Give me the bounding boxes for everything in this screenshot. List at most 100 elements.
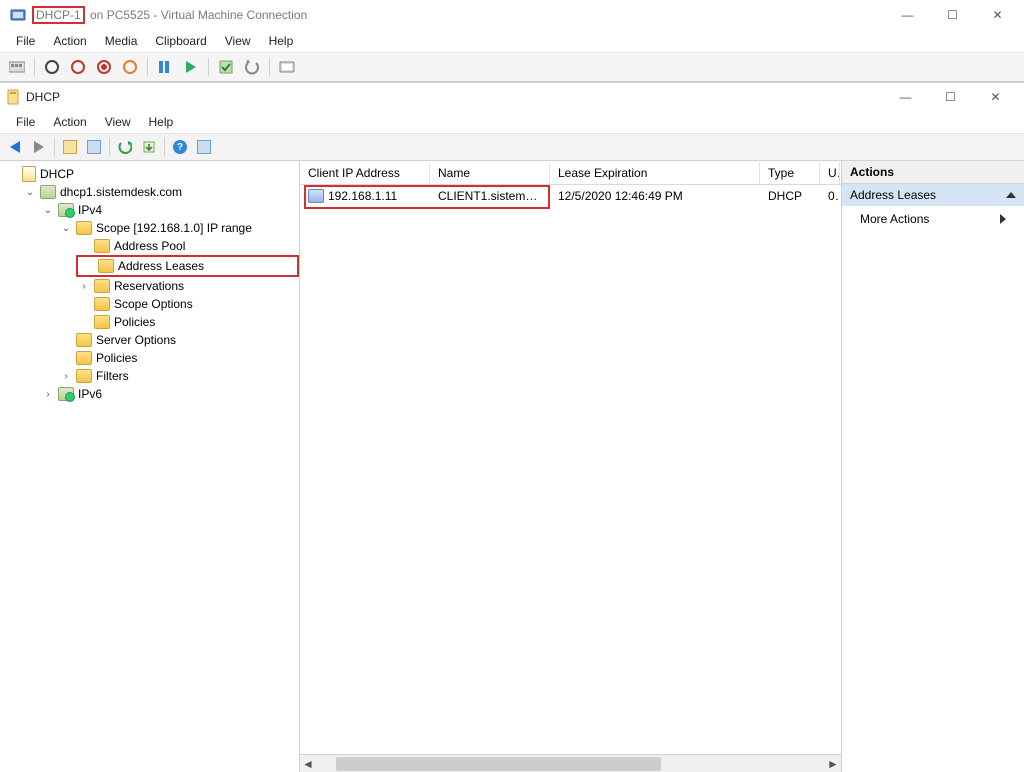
tree-server-policies[interactable]: Policies — [58, 349, 299, 367]
cell-name: CLIENT1.sistemdes... — [430, 185, 550, 207]
expander-icon[interactable]: ⌄ — [24, 187, 36, 198]
actions-context[interactable]: Address Leases — [842, 184, 1024, 206]
vm-menu-file[interactable]: File — [8, 32, 43, 50]
vm-save-icon[interactable] — [119, 56, 141, 78]
vm-enhanced-session-icon[interactable] — [276, 56, 298, 78]
client-pc-icon — [308, 189, 324, 203]
cell-type: DHCP — [760, 185, 820, 207]
tree-ipv4[interactable]: ⌄ IPv4 — [40, 201, 299, 219]
vm-close-button[interactable]: ✕ — [975, 1, 1020, 29]
lease-row[interactable]: 192.168.1.11 CLIENT1.sistemdes... 12/5/2… — [300, 185, 841, 207]
dhcp-menu-action[interactable]: Action — [45, 113, 94, 131]
expander-icon[interactable]: › — [78, 281, 90, 292]
vm-titlebar: DHCP-1 on PC5525 - Virtual Machine Conne… — [0, 0, 1024, 30]
tree-scope-policies[interactable]: Policies — [76, 313, 299, 331]
cell-u: 0 — [820, 185, 840, 207]
tree-filters[interactable]: › Filters — [58, 367, 299, 385]
submenu-icon — [1000, 214, 1006, 224]
cell-lease: 12/5/2020 12:46:49 PM — [550, 185, 760, 207]
cell-ip-text: 192.168.1.11 — [328, 189, 397, 203]
vm-title-rest: on PC5525 - Virtual Machine Connection — [87, 8, 308, 22]
dhcp-close-button[interactable]: ✕ — [973, 83, 1018, 111]
vm-pause-icon[interactable] — [154, 56, 176, 78]
folder-icon — [94, 315, 110, 329]
up-level-icon[interactable] — [59, 136, 81, 158]
tree-label: Reservations — [114, 279, 184, 293]
dhcp-menu-file[interactable]: File — [8, 113, 43, 131]
ctrl-alt-del-icon[interactable] — [6, 56, 28, 78]
tree-reservations[interactable]: › Reservations — [76, 277, 299, 295]
vm-app-icon — [10, 7, 26, 23]
vm-menu-media[interactable]: Media — [97, 32, 146, 50]
tree-address-pool[interactable]: Address Pool — [76, 237, 299, 255]
col-header-type[interactable]: Type — [760, 162, 820, 184]
actions-context-label: Address Leases — [850, 188, 936, 202]
vm-start-icon[interactable] — [41, 56, 63, 78]
tree-address-leases[interactable]: Address Leases — [76, 255, 299, 277]
nav-forward-icon[interactable] — [28, 136, 50, 158]
tree-server-options[interactable]: Server Options — [58, 331, 299, 349]
tree-label: Address Leases — [118, 259, 204, 273]
scroll-thumb[interactable] — [336, 757, 661, 771]
folder-icon — [76, 351, 92, 365]
vm-menubar: File Action Media Clipboard View Help — [0, 30, 1024, 52]
vm-shutdown-icon[interactable] — [93, 56, 115, 78]
nav-back-icon[interactable] — [4, 136, 26, 158]
tree-label: IPv4 — [78, 203, 102, 217]
refresh-icon[interactable] — [114, 136, 136, 158]
scroll-right-icon[interactable]: ► — [825, 757, 841, 771]
vm-maximize-button[interactable]: ☐ — [930, 1, 975, 29]
properties-icon[interactable] — [193, 136, 215, 158]
dhcp-root-icon — [22, 166, 36, 182]
tree-root-dhcp[interactable]: DHCP — [4, 165, 299, 183]
vm-menu-action[interactable]: Action — [45, 32, 94, 50]
vm-turnoff-icon[interactable] — [67, 56, 89, 78]
server-icon — [40, 185, 56, 199]
folder-icon — [76, 369, 92, 383]
dhcp-app-icon — [6, 89, 22, 105]
tree-panel: DHCP ⌄ dhcp1.sistemdesk.com — [0, 161, 300, 772]
dhcp-maximize-button[interactable]: ☐ — [928, 83, 973, 111]
tree-scope-options[interactable]: Scope Options — [76, 295, 299, 313]
vm-title: DHCP-1 on PC5525 - Virtual Machine Conne… — [32, 8, 307, 22]
expander-icon[interactable]: › — [60, 371, 72, 382]
tree-server[interactable]: ⌄ dhcp1.sistemdesk.com — [22, 183, 299, 201]
folder-icon — [94, 239, 110, 253]
tree-label: Scope [192.168.1.0] IP range — [96, 221, 252, 235]
show-hide-tree-icon[interactable] — [83, 136, 105, 158]
expander-icon[interactable]: ⌄ — [60, 223, 72, 234]
tree-label: dhcp1.sistemdesk.com — [60, 185, 182, 199]
col-header-lease[interactable]: Lease Expiration — [550, 162, 760, 184]
vm-menu-clipboard[interactable]: Clipboard — [147, 32, 214, 50]
col-header-u[interactable]: U — [820, 162, 840, 184]
vm-revert-icon[interactable] — [241, 56, 263, 78]
col-header-ip[interactable]: Client IP Address — [300, 162, 430, 184]
dhcp-menu-help[interactable]: Help — [141, 113, 182, 131]
dhcp-menu-view[interactable]: View — [97, 113, 139, 131]
folder-icon — [76, 221, 92, 235]
vm-menu-help[interactable]: Help — [261, 32, 302, 50]
vm-menu-view[interactable]: View — [217, 32, 259, 50]
folder-icon — [94, 297, 110, 311]
dhcp-window: DHCP — ☐ ✕ File Action View Help ? — [0, 82, 1024, 772]
tree-ipv6[interactable]: › IPv6 — [40, 385, 299, 403]
col-header-name[interactable]: Name — [430, 162, 550, 184]
tree-scope[interactable]: ⌄ Scope [192.168.1.0] IP range — [58, 219, 299, 237]
dhcp-minimize-button[interactable]: — — [883, 83, 928, 111]
vm-resume-icon[interactable] — [180, 56, 202, 78]
help-icon[interactable]: ? — [169, 136, 191, 158]
actions-header: Actions — [842, 161, 1024, 184]
ipv6-icon — [58, 387, 74, 401]
action-more-actions[interactable]: More Actions — [842, 206, 1024, 232]
dhcp-body: DHCP ⌄ dhcp1.sistemdesk.com — [0, 161, 1024, 772]
expander-icon[interactable]: › — [42, 389, 54, 400]
export-list-icon[interactable] — [138, 136, 160, 158]
expander-icon[interactable]: ⌄ — [42, 205, 54, 216]
scroll-left-icon[interactable]: ◄ — [300, 757, 316, 771]
vm-checkpoint-icon[interactable] — [215, 56, 237, 78]
collapse-icon — [1006, 192, 1016, 198]
horizontal-scrollbar[interactable]: ◄ ► — [300, 754, 841, 772]
folder-icon — [98, 259, 114, 273]
dhcp-titlebar: DHCP — ☐ ✕ — [0, 83, 1024, 111]
vm-minimize-button[interactable]: — — [885, 1, 930, 29]
